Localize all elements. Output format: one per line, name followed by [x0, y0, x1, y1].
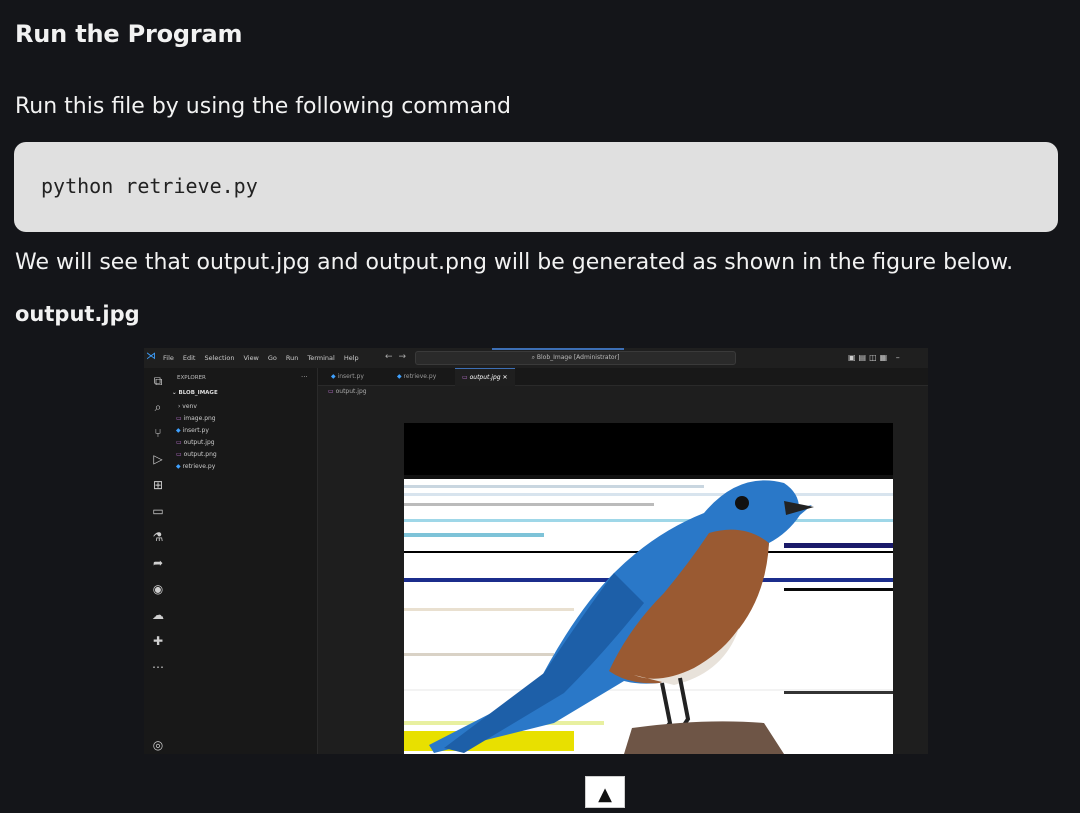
vscode-logo-icon: ⋊: [146, 351, 156, 362]
docker-icon: ☁: [152, 608, 164, 622]
close-icon: ✕: [502, 374, 508, 381]
menu-view: View: [243, 354, 259, 362]
python-file-icon: ◆: [331, 373, 336, 380]
breadcrumb-label: output.jpg: [335, 388, 367, 395]
explorer-sidebar: EXPLORER ··· ⌄ BLOB_IMAGE › venv ▭ image…: [172, 368, 318, 754]
file-tree: › venv ▭ image.png ◆ insert.py ▭ output.…: [174, 401, 217, 473]
image-file-icon: ▭: [328, 388, 334, 395]
share-icon: ➦: [152, 556, 164, 570]
chevron-down-icon: ⌄: [172, 390, 177, 396]
output-heading: output.jpg: [15, 302, 140, 326]
python-file-icon: ◆: [176, 463, 181, 470]
explorer-icon: ⧉: [153, 374, 163, 388]
image-file-icon: ▭: [176, 451, 182, 458]
extensions-icon: ⊞: [152, 478, 164, 492]
breadcrumb: ▭ output.jpg: [328, 388, 367, 395]
file-name: image.png: [183, 415, 216, 422]
source-control-icon: ⑂: [154, 426, 162, 440]
image-file-icon: ▭: [176, 415, 182, 422]
menu-terminal: Terminal: [307, 354, 335, 362]
section-heading: Run the Program: [15, 20, 243, 48]
account-icon: ◎: [152, 738, 164, 752]
file-row: ▭ image.png: [174, 413, 217, 425]
file-name: retrieve.py: [182, 463, 216, 470]
search-icon: ⌕: [154, 400, 162, 414]
menu-run: Run: [285, 354, 299, 362]
tab-label: output.jpg: [469, 374, 501, 381]
run-debug-icon: ▷: [153, 452, 163, 466]
command-center: ⌕ Blob_Image [Administrator]: [415, 351, 736, 365]
result-paragraph: We will see that output.jpg and output.p…: [15, 250, 1014, 275]
vscode-menu: File Edit Selection View Go Run Terminal…: [163, 354, 359, 362]
title-accent-line: [492, 348, 624, 350]
python-icon: ✚: [152, 634, 164, 648]
remote-icon: ▭: [152, 504, 164, 518]
command-text: python retrieve.py: [41, 174, 258, 198]
more-icon: ⋯: [152, 660, 164, 674]
menu-file: File: [163, 354, 174, 362]
tab-insert: ◆ insert.py: [324, 368, 371, 385]
tab-label: retrieve.py: [403, 373, 437, 380]
explorer-more-icon: ···: [301, 373, 308, 381]
menu-selection: Selection: [204, 354, 235, 362]
file-name: output.png: [183, 451, 217, 458]
file-name: output.jpg: [183, 439, 215, 446]
intro-paragraph: Run this file by using the following com…: [15, 94, 512, 119]
menu-edit: Edit: [182, 354, 196, 362]
image-file-icon: ▭: [176, 439, 182, 446]
folder-name: BLOB_IMAGE: [178, 390, 218, 396]
file-row: ▭ output.jpg: [174, 437, 217, 449]
file-row: ◆ retrieve.py: [174, 461, 217, 473]
file-row: ◆ insert.py: [174, 425, 217, 437]
python-file-icon: ◆: [176, 427, 181, 434]
bird-image: [404, 423, 893, 754]
back-to-top-button[interactable]: ▲: [585, 776, 625, 808]
editor-tabs: ◆ insert.py ◆ retrieve.py ▭ output.jpg ✕: [318, 368, 928, 386]
nav-arrows-icon: ←→: [385, 352, 413, 362]
menu-go: Go: [267, 354, 277, 362]
code-block: python retrieve.py: [14, 142, 1058, 232]
edge-icon: ◉: [152, 582, 164, 596]
wood-stump: [624, 721, 784, 754]
file-row: ▭ output.png: [174, 449, 217, 461]
file-venv: › venv: [178, 403, 197, 410]
activity-bar: ⧉ ⌕ ⑂ ▷ ⊞ ▭ ⚗ ➦ ◉ ☁ ✚ ⋯ ◎: [144, 368, 172, 754]
explorer-title: EXPLORER: [177, 375, 206, 381]
bird-illustration: [404, 423, 893, 754]
tab-label: insert.py: [337, 373, 364, 380]
black-band: [404, 423, 893, 475]
tab-retrieve: ◆ retrieve.py: [390, 368, 443, 385]
menu-help: Help: [343, 354, 359, 362]
tab-output: ▭ output.jpg ✕: [455, 368, 515, 386]
testing-icon: ⚗: [152, 530, 164, 544]
vscode-titlebar: ⋊ File Edit Selection View Go Run Termin…: [144, 348, 928, 369]
python-file-icon: ◆: [397, 373, 402, 380]
folder-row: ⌄ BLOB_IMAGE: [172, 390, 218, 396]
layout-controls-icon: ▣▤◫▦ –: [848, 353, 903, 362]
vscode-screenshot: ⋊ File Edit Selection View Go Run Termin…: [144, 348, 928, 754]
file-name: insert.py: [182, 427, 209, 434]
bird-legs: [660, 677, 696, 730]
image-file-icon: ▭: [462, 374, 468, 381]
